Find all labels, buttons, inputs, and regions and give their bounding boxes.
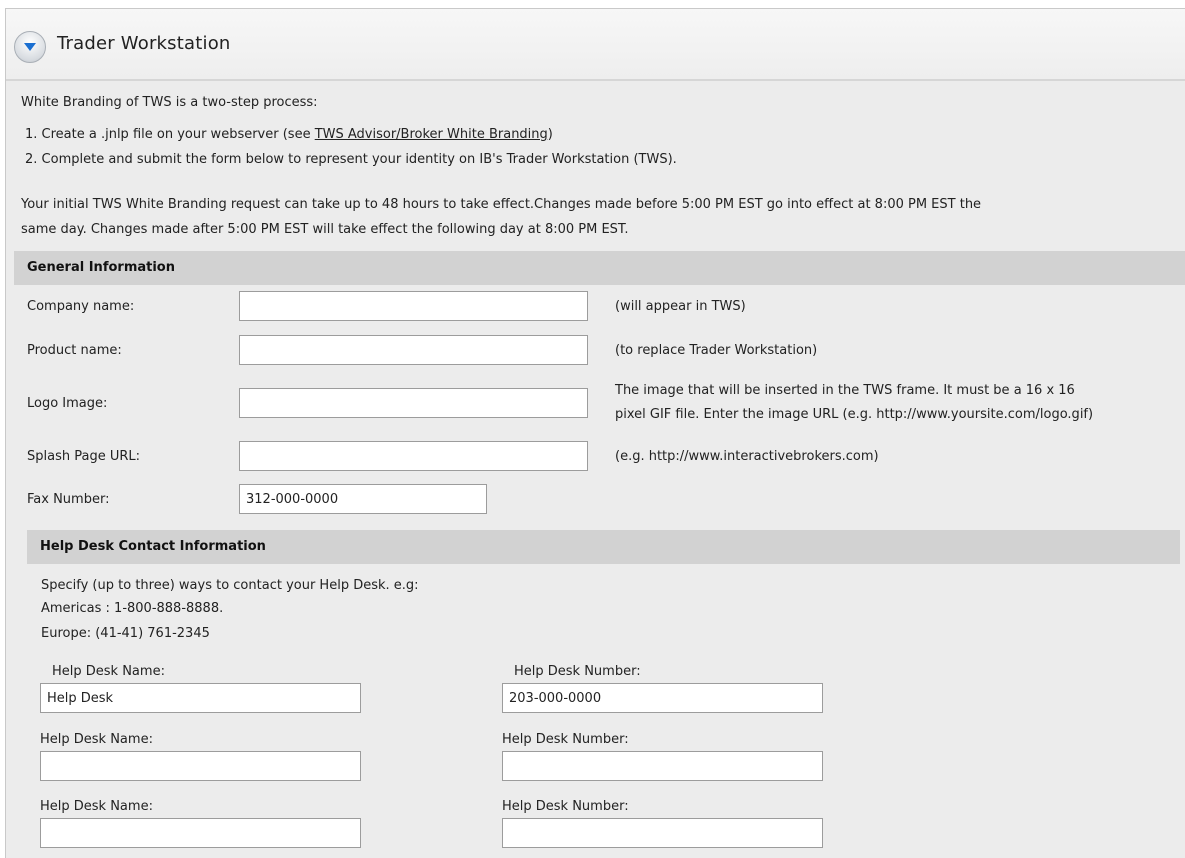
logo-image-hint-2: pixel GIF file. Enter the image URL (e.g… [615, 407, 1094, 422]
panel-title: Trader Workstation [57, 33, 231, 54]
logo-image-label: Logo Image: [27, 396, 108, 411]
logo-image-hint-1: The image that will be inserted in the T… [615, 383, 1075, 398]
white-branding-link[interactable]: TWS Advisor/Broker White Branding [315, 127, 548, 142]
notice-line-2: same day. Changes made after 5:00 PM EST… [21, 222, 629, 237]
help-desk-number-label: Help Desk Number: [502, 732, 629, 747]
help-desk-name-label: Help Desk Name: [40, 732, 153, 747]
help-desk-number-label: Help Desk Number: [502, 799, 629, 814]
help-desk-desc-3: Europe: (41-41) 761-2345 [41, 626, 210, 641]
chevron-down-icon [24, 43, 36, 51]
panel-header: Trader Workstation [6, 9, 1185, 81]
intro-lead: White Branding of TWS is a two-step proc… [21, 95, 318, 110]
help-desk-name-label: Help Desk Name: [52, 664, 165, 679]
help-desk-number-input-3[interactable] [502, 818, 823, 848]
help-desk-number-input-2[interactable] [502, 751, 823, 781]
help-desk-number-input-1[interactable] [502, 683, 823, 713]
help-desk-desc-2: Americas : 1-800-888-8888. [41, 601, 224, 616]
splash-page-url-input[interactable] [239, 441, 588, 471]
product-name-label: Product name: [27, 343, 122, 358]
intro-step-2: 2. Complete and submit the form below to… [25, 152, 677, 167]
splash-page-url-label: Splash Page URL: [27, 449, 141, 464]
step1-prefix: 1. Create a .jnlp file on your webserver… [25, 127, 315, 142]
collapse-toggle-button[interactable] [14, 31, 46, 63]
intro-step-1: 1. Create a .jnlp file on your webserver… [25, 127, 553, 142]
help-desk-name-label: Help Desk Name: [40, 799, 153, 814]
step1-suffix: ) [547, 127, 553, 142]
logo-image-input[interactable] [239, 388, 588, 418]
help-desk-number-label: Help Desk Number: [514, 664, 641, 679]
help-desk-heading: Help Desk Contact Information [27, 530, 1180, 564]
product-name-hint: (to replace Trader Workstation) [615, 343, 818, 358]
fax-number-input[interactable] [239, 484, 487, 514]
help-desk-name-input-2[interactable] [40, 751, 361, 781]
fax-number-label: Fax Number: [27, 492, 110, 507]
company-name-hint: (will appear in TWS) [615, 299, 746, 314]
help-desk-name-input-3[interactable] [40, 818, 361, 848]
company-name-label: Company name: [27, 299, 135, 314]
help-desk-name-input-1[interactable] [40, 683, 361, 713]
splash-page-url-hint: (e.g. http://www.interactivebrokers.com) [615, 449, 879, 464]
general-information-heading: General Information [14, 251, 1185, 285]
notice-line-1: Your initial TWS White Branding request … [21, 197, 982, 212]
company-name-input[interactable] [239, 291, 588, 321]
product-name-input[interactable] [239, 335, 588, 365]
help-desk-desc-1: Specify (up to three) ways to contact yo… [41, 578, 419, 593]
